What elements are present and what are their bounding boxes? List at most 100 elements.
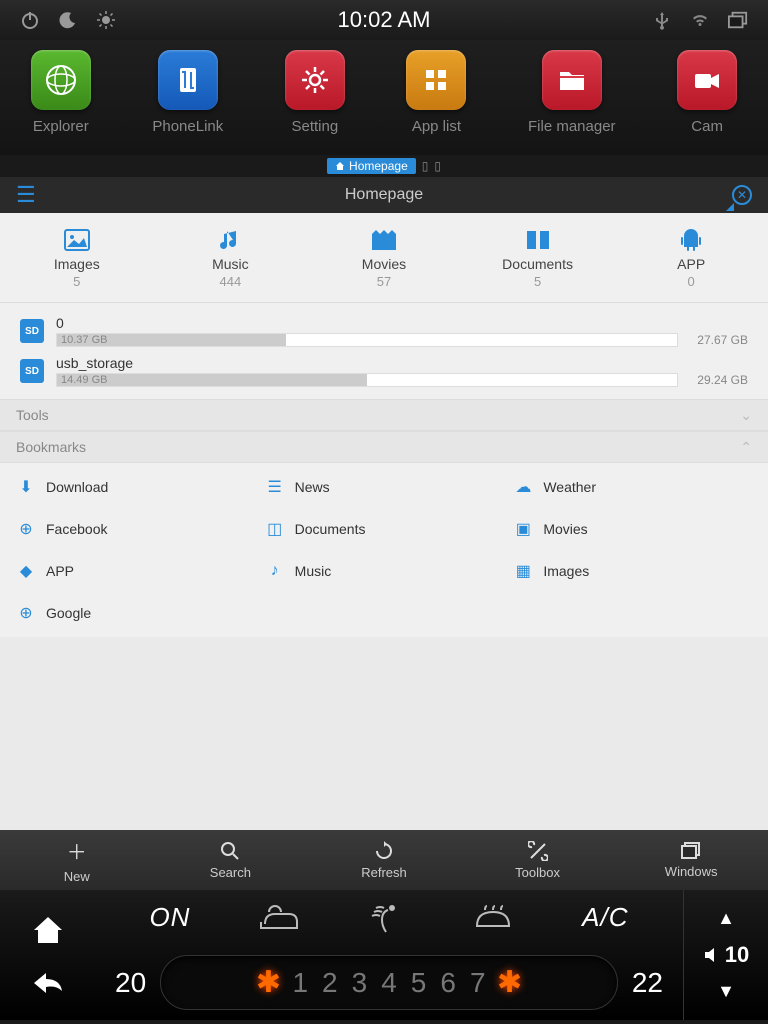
tool-toolbox[interactable]: Toolbox (461, 830, 615, 890)
chevron-down-icon: ⌄ (740, 407, 752, 424)
climate-ac-button[interactable]: A/C (582, 902, 628, 933)
section-tools[interactable]: Tools ⌄ (0, 399, 768, 431)
bookmark-facebook[interactable]: ⊕Facebook (16, 519, 255, 539)
android-icon: ◆ (16, 561, 36, 581)
sd-icon: SD (20, 319, 44, 343)
category-images[interactable]: Images 5 (0, 213, 154, 302)
tool-new[interactable]: ＋New (0, 830, 154, 890)
app-label: Cam (691, 118, 723, 135)
brightness-icon[interactable] (96, 10, 116, 30)
music-icon (220, 226, 240, 254)
usb-icon (652, 10, 672, 30)
bookmark-images[interactable]: ▦Images (513, 561, 752, 581)
movie-icon: ▣ (513, 519, 533, 539)
app-cam[interactable]: Cam (677, 50, 737, 150)
image-icon: ▦ (513, 561, 533, 581)
recirculate-icon[interactable] (259, 904, 299, 932)
bookmark-weather[interactable]: ☁Weather (513, 477, 752, 497)
volume-up-icon[interactable]: ▲ (717, 908, 735, 929)
menu-icon[interactable]: ☰ (16, 182, 36, 208)
bottom-toolbar: ＋New Search Refresh Toolbox Windows (0, 830, 768, 890)
resize-handle[interactable] (726, 203, 734, 211)
home-icon[interactable] (32, 915, 64, 945)
section-bookmarks[interactable]: Bookmarks ⌃ (0, 431, 768, 463)
plus-icon: ＋ (67, 836, 87, 865)
android-icon (681, 226, 701, 254)
app-explorer[interactable]: Explorer (31, 50, 91, 150)
app-setting[interactable]: Setting (285, 50, 345, 150)
fan-speed-slider[interactable]: ✱ 1 2 3 4 5 6 7 ✱ (160, 955, 618, 1010)
breadcrumb: Homepage ▯ ▯ (0, 155, 768, 177)
bookmark-news[interactable]: ☰News (265, 477, 504, 497)
bookmark-movies[interactable]: ▣Movies (513, 519, 752, 539)
sd-icon: SD (20, 359, 44, 383)
app-filemanager[interactable]: File manager (528, 50, 616, 150)
fan-icon: ✱ (492, 965, 528, 1001)
bookmark-google[interactable]: ⊕Google (16, 603, 255, 623)
category-row: Images 5 Music 444 Movies 57 Documents 5… (0, 213, 768, 303)
bookmarks-grid: ⬇Download ☰News ☁Weather ⊕Facebook ◫Docu… (0, 463, 768, 637)
tool-refresh[interactable]: Refresh (307, 830, 461, 890)
category-documents[interactable]: Documents 5 (461, 213, 615, 302)
speaker-icon (703, 946, 721, 964)
windows-icon[interactable] (728, 10, 748, 30)
volume-down-icon[interactable]: ▼ (717, 981, 735, 1002)
close-icon[interactable]: ✕ (732, 185, 752, 205)
document-icon (525, 226, 551, 254)
back-icon[interactable] (32, 971, 64, 995)
tools-icon (528, 841, 548, 861)
refresh-icon (374, 841, 394, 861)
page-title: Homepage (345, 186, 423, 204)
defrost-icon[interactable] (473, 904, 513, 932)
app-applist[interactable]: App list (406, 50, 466, 150)
category-movies[interactable]: Movies 57 (307, 213, 461, 302)
bookmark-download[interactable]: ⬇Download (16, 477, 255, 497)
app-label: File manager (528, 118, 616, 135)
storage-bar: 10.37 GB (56, 333, 678, 347)
bookmark-music[interactable]: ♪Music (265, 561, 504, 581)
device-tablet-icon[interactable]: ▯ (422, 159, 429, 173)
breadcrumb-home[interactable]: Homepage (327, 158, 416, 174)
volume-display: 10 (703, 942, 749, 968)
document-icon: ◫ (265, 519, 285, 539)
search-icon (220, 841, 240, 861)
bookmark-documents[interactable]: ◫Documents (265, 519, 504, 539)
weather-icon: ☁ (513, 477, 533, 497)
bookmark-app[interactable]: ◆APP (16, 561, 255, 581)
news-icon: ☰ (265, 477, 285, 497)
airflow-icon[interactable] (368, 902, 404, 934)
temp-right[interactable]: 22 (632, 967, 663, 999)
tool-windows[interactable]: Windows (614, 830, 768, 890)
climate-on-button[interactable]: ON (149, 902, 190, 933)
status-bar: 10:02 AM (0, 0, 768, 40)
fan-icon: ✱ (250, 965, 286, 1001)
wifi-icon (690, 10, 710, 30)
movie-icon (371, 226, 397, 254)
globe-icon: ⊕ (16, 603, 36, 623)
storage-list: SD 0 10.37 GB 27.67 GB SD usb_storage 14… (0, 303, 768, 399)
empty-area (0, 637, 768, 830)
image-icon (64, 226, 90, 254)
climate-bar: ON A/C 20 ✱ 1 2 3 4 5 6 7 ✱ 22 (0, 890, 768, 1020)
header-bar: ☰ Homepage ✕ (0, 177, 768, 213)
power-icon[interactable] (20, 10, 40, 30)
app-label: App list (412, 118, 461, 135)
windows-icon (681, 842, 701, 860)
device-phone-icon[interactable]: ▯ (434, 159, 441, 173)
night-icon[interactable] (58, 10, 78, 30)
clock: 10:02 AM (338, 7, 431, 33)
app-label: Explorer (33, 118, 89, 135)
chevron-up-icon: ⌃ (740, 439, 752, 456)
tool-search[interactable]: Search (154, 830, 308, 890)
storage-item[interactable]: SD 0 10.37 GB 27.67 GB (0, 311, 768, 351)
category-music[interactable]: Music 444 (154, 213, 308, 302)
temp-left[interactable]: 20 (115, 967, 146, 999)
download-icon: ⬇ (16, 477, 36, 497)
app-dock: Explorer PhoneLink Setting App list File… (0, 40, 768, 155)
storage-item[interactable]: SD usb_storage 14.49 GB 29.24 GB (0, 351, 768, 391)
app-label: PhoneLink (152, 118, 223, 135)
app-phonelink[interactable]: PhoneLink (152, 50, 223, 150)
globe-icon: ⊕ (16, 519, 36, 539)
storage-bar: 14.49 GB (56, 373, 678, 387)
category-app[interactable]: APP 0 (614, 213, 768, 302)
